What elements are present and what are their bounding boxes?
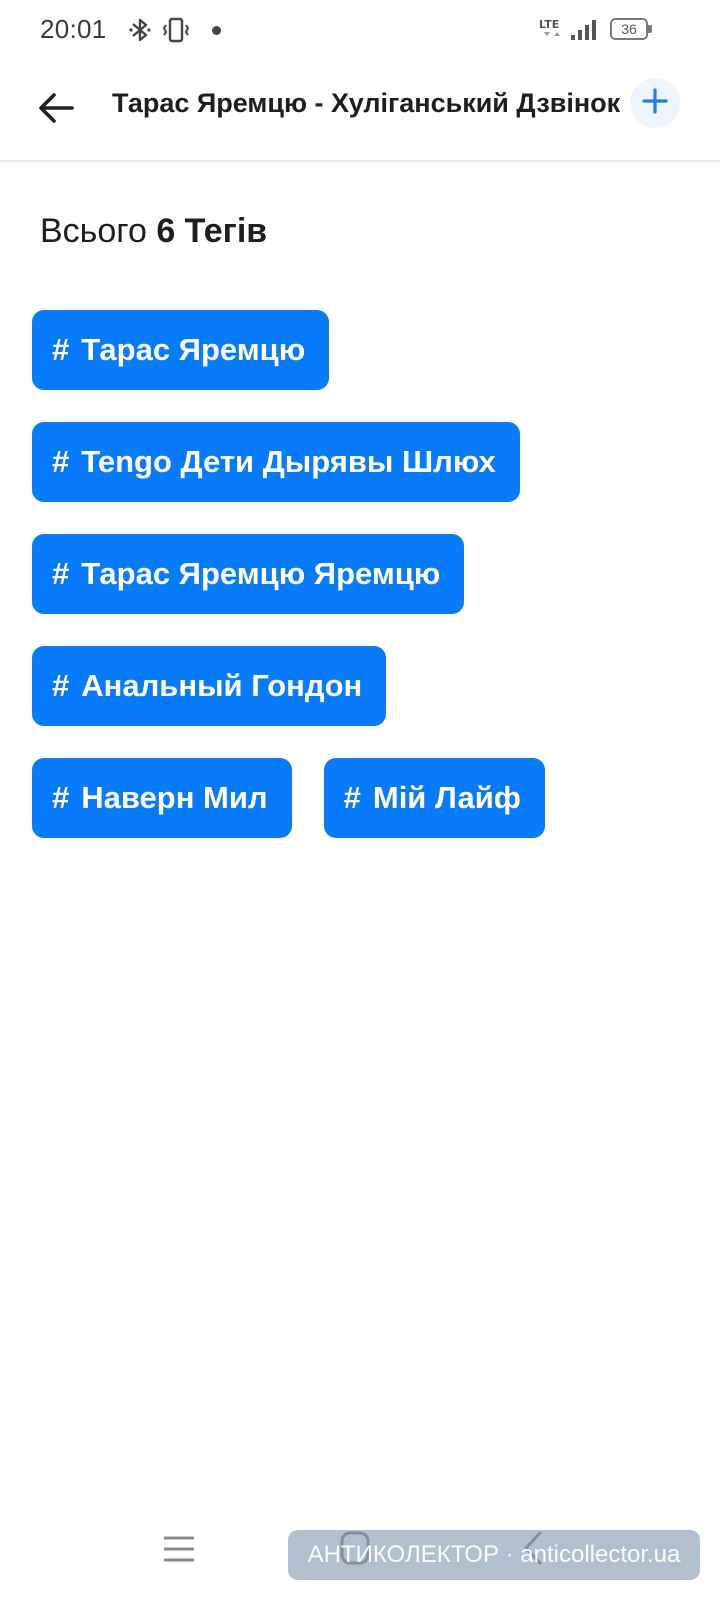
tag-chip[interactable]: # Анальный Гондон xyxy=(32,646,387,726)
arrow-left-icon xyxy=(38,92,74,129)
status-bar: 20:01 LTE 36 xyxy=(0,0,720,60)
status-time: 20:01 xyxy=(40,14,107,44)
battery-level: 36 xyxy=(621,21,637,37)
tag-chip[interactable]: # Наверн Мил xyxy=(32,758,292,838)
tag-label: Мій Лайф xyxy=(372,780,521,815)
summary-prefix: Всього xyxy=(40,212,147,250)
tag-chip[interactable]: # Тарас Яремцю Яремцю xyxy=(32,534,465,614)
hash-icon: # xyxy=(52,780,70,815)
nav-recents-button[interactable] xyxy=(163,1534,195,1569)
page-title: Тарас Яремцю - Хуліганський Дзвінок xyxy=(112,88,621,118)
watermark: АНТИКОЛЕКТОР · anticollector.ua xyxy=(288,1530,700,1580)
tag-list: # Тарас Яремцю # Tengo Дети Дырявы Шлюх … xyxy=(32,310,692,870)
back-button[interactable] xyxy=(28,82,84,138)
tags-summary: Всього 6 Тегів xyxy=(40,212,267,251)
tag-label: Наверн Мил xyxy=(81,780,268,815)
hash-icon: # xyxy=(52,556,70,591)
svg-text:LTE: LTE xyxy=(539,18,559,31)
hash-icon: # xyxy=(52,444,70,479)
menu-icon xyxy=(163,1536,195,1568)
tag-label: Тарас Яремцю Яремцю xyxy=(81,556,441,591)
tag-chip[interactable]: # Tengo Дети Дырявы Шлюх xyxy=(32,422,520,502)
hash-icon: # xyxy=(52,332,70,367)
battery-icon: 36 xyxy=(610,18,652,40)
lte-icon: LTE xyxy=(538,16,568,47)
hash-icon: # xyxy=(52,668,70,703)
tag-label: Tengo Дети Дырявы Шлюх xyxy=(81,444,496,479)
vibrate-icon xyxy=(162,16,190,49)
tag-label: Анальный Гондон xyxy=(81,668,363,703)
summary-count: 6 Тегів xyxy=(156,212,268,250)
hash-icon: # xyxy=(343,780,361,815)
tag-chip[interactable]: # Мій Лайф xyxy=(323,758,545,838)
tag-label: Тарас Яремцю xyxy=(81,332,306,367)
signal-icon xyxy=(570,18,598,47)
plus-icon xyxy=(642,87,668,119)
add-tag-button[interactable] xyxy=(630,78,680,128)
bluetooth-icon xyxy=(128,16,152,49)
notification-dot-icon xyxy=(212,26,221,35)
tag-chip[interactable]: # Тарас Яремцю xyxy=(32,310,330,390)
app-bar: Тарас Яремцю - Хуліганський Дзвінок xyxy=(0,60,720,162)
